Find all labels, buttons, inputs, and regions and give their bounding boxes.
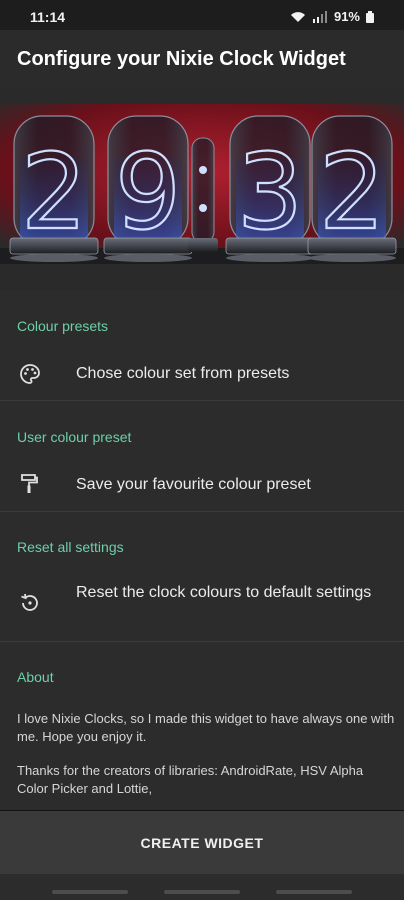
clock-preview: 2932: [0, 88, 404, 290]
battery-level: 91%: [333, 9, 360, 24]
category-user-colour-preset: User colour preset: [17, 429, 132, 445]
colon-tube: [191, 137, 215, 243]
nixie-digit: 3: [237, 131, 303, 253]
status-icons: 91%: [290, 9, 374, 24]
pref-reset-title: Reset the clock colours to default setti…: [76, 584, 372, 601]
paint-roller-icon: [21, 474, 38, 493]
category-colour-presets: Colour presets: [17, 318, 109, 334]
settings-list: Colour presets Chose colour set from pre…: [0, 290, 404, 810]
category-reset: Reset all settings: [17, 539, 124, 555]
navigation-bar: [0, 874, 404, 900]
divider: [0, 400, 404, 401]
about-text: I love Nixie Clocks, so I made this widg…: [17, 711, 395, 744]
nav-back-handle[interactable]: [276, 890, 352, 894]
wifi-icon: [290, 11, 306, 23]
nixie-digit: 9: [115, 131, 181, 253]
app-bar: Configure your Nixie Clock Widget: [0, 30, 404, 88]
palette-icon: [20, 364, 40, 384]
divider: [0, 511, 404, 512]
pref-reset[interactable]: Reset the clock colours to default setti…: [0, 575, 404, 635]
battery-icon: [366, 10, 374, 23]
pref-user-preset[interactable]: Save your favourite colour preset: [0, 460, 404, 510]
nixie-digit: 2: [319, 131, 385, 253]
restore-icon: [21, 593, 38, 611]
nav-recents-handle[interactable]: [52, 890, 128, 894]
status-time: 11:14: [30, 9, 66, 25]
category-about: About: [17, 669, 54, 685]
pref-colour-presets-title: Chose colour set from presets: [76, 365, 290, 382]
nixie-clock-image: 2932: [0, 88, 404, 290]
about-thanks-text: Thanks for the creators of libraries: An…: [17, 763, 364, 796]
create-widget-button[interactable]: CREATE WIDGET: [0, 811, 404, 874]
pref-user-preset-title: Save your favourite colour preset: [76, 476, 311, 493]
status-bar: 11:14 91%: [0, 0, 404, 30]
page-title: Configure your Nixie Clock Widget: [17, 48, 346, 70]
signal-icon: [312, 10, 328, 23]
nav-home-handle[interactable]: [164, 890, 240, 894]
pref-colour-presets[interactable]: Chose colour set from presets: [0, 350, 404, 400]
nixie-digit: 2: [21, 131, 87, 253]
divider: [0, 641, 404, 642]
